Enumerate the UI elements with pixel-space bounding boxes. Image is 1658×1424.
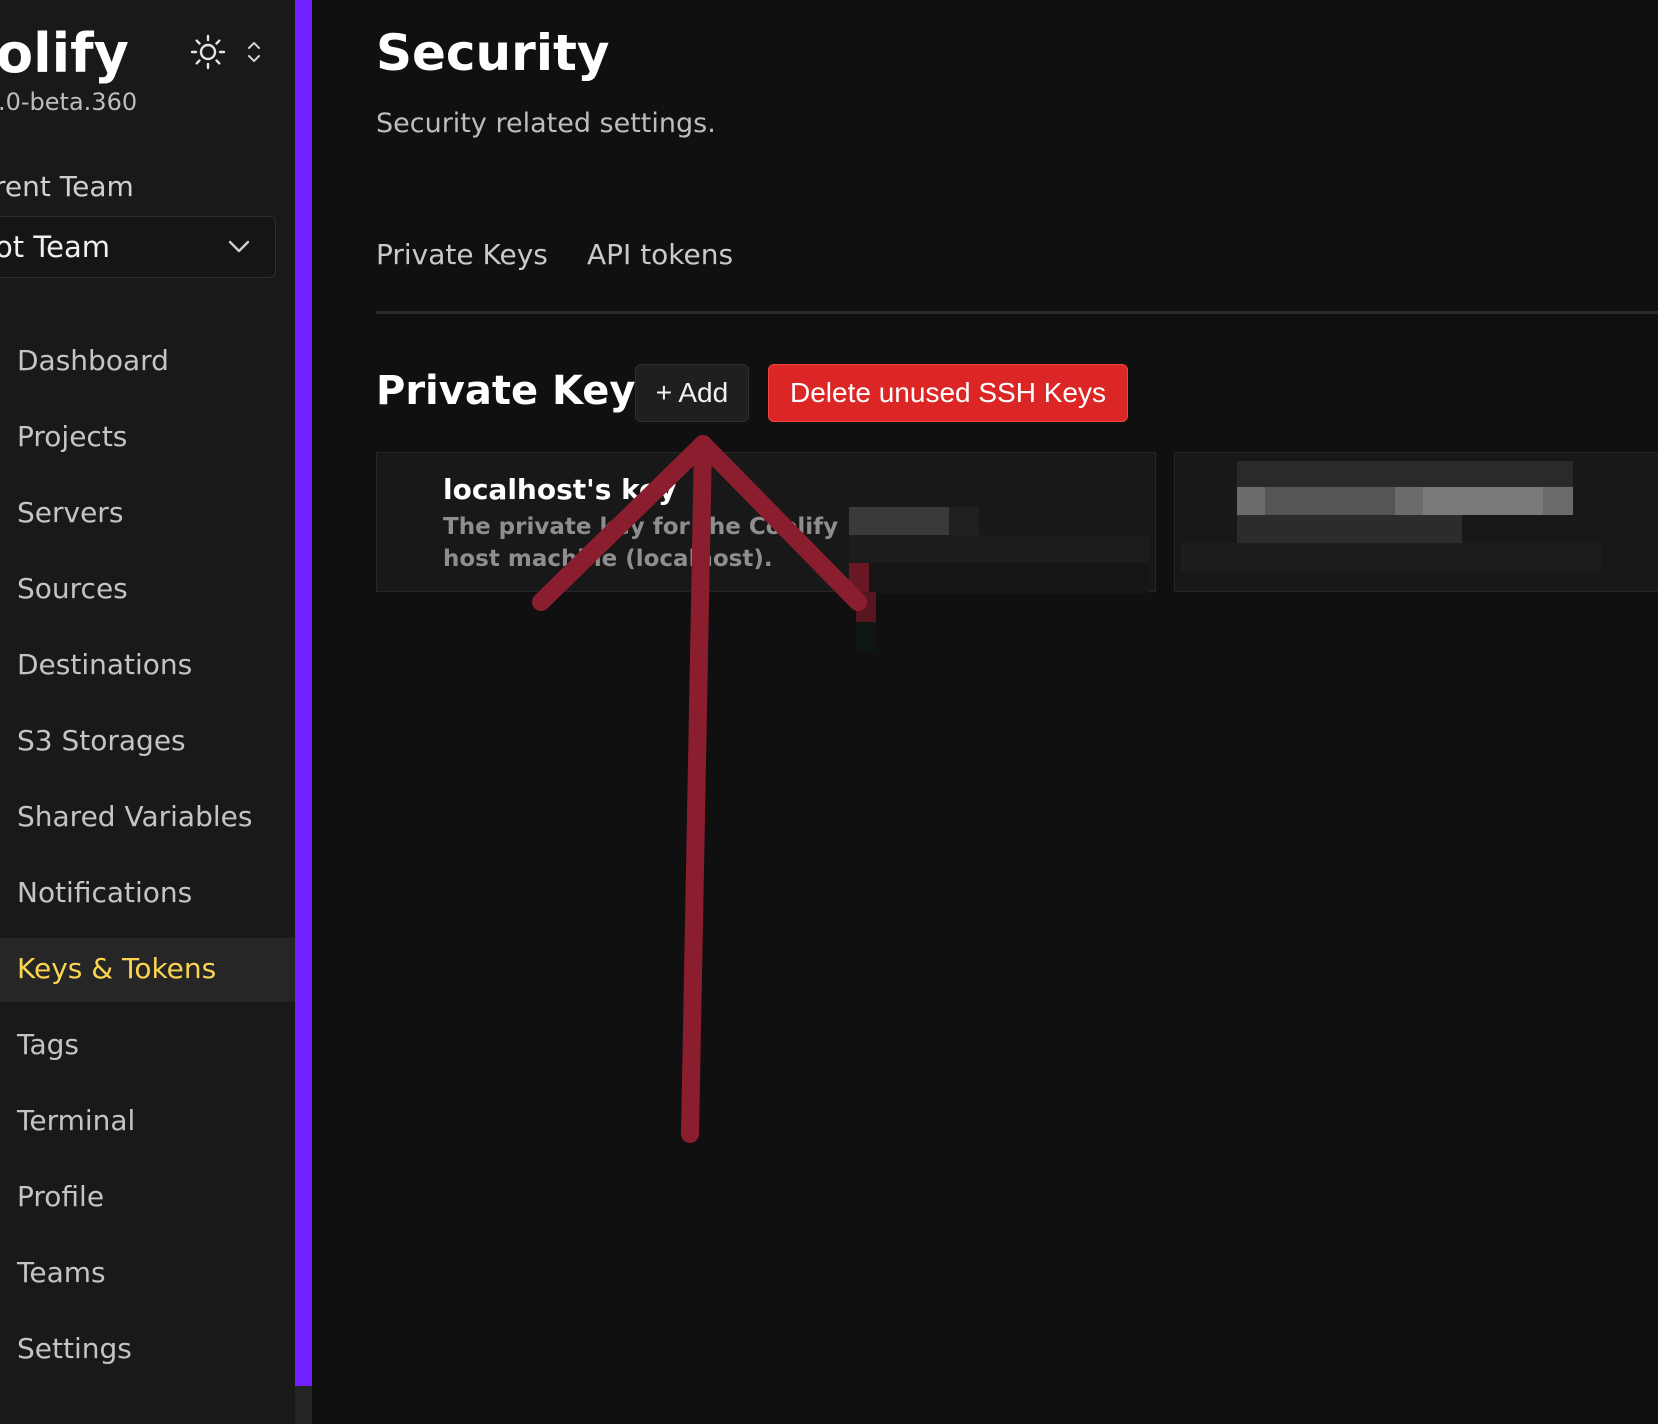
sidebar-item-label: Shared Variables xyxy=(17,800,253,833)
sidebar-item-label: Sources xyxy=(17,572,128,605)
sidebar-item-label: Keys & Tokens xyxy=(17,952,217,985)
sidebar-item-label: Projects xyxy=(17,420,128,453)
redacted-block xyxy=(1423,487,1543,515)
sidebar-item-label: Teams xyxy=(17,1256,106,1289)
page-subtitle: Security related settings. xyxy=(376,108,716,139)
main-content: Security Security related settings. Priv… xyxy=(312,0,1658,1424)
sun-icon[interactable] xyxy=(190,34,226,70)
sidebar-nav: Dashboard Projects Servers Sources Desti… xyxy=(0,330,295,1394)
sidebar-item-destinations[interactable]: Destinations xyxy=(0,634,295,698)
private-key-card-redacted[interactable] xyxy=(1174,452,1658,592)
sidebar-item-label: Settings xyxy=(17,1332,132,1365)
sidebar-item-teams[interactable]: Teams xyxy=(0,1242,295,1306)
sidebar-item-terminal[interactable]: Terminal xyxy=(0,1090,295,1154)
team-select[interactable]: ot Team xyxy=(0,216,276,278)
sidebar-item-sources[interactable]: Sources xyxy=(0,558,295,622)
sidebar-item-label: Tags xyxy=(17,1028,79,1061)
private-key-card-description: The private key for the Coolify host mac… xyxy=(443,514,839,572)
sidebar-item-settings[interactable]: Settings xyxy=(0,1318,295,1382)
redacted-block xyxy=(949,507,979,535)
page-title: Security xyxy=(376,24,610,82)
section-title: Private Keys xyxy=(376,368,660,414)
sidebar-item-label: Notifications xyxy=(17,876,193,909)
sidebar-item-s3-storages[interactable]: S3 Storages xyxy=(0,710,295,774)
redacted-block xyxy=(1237,461,1573,487)
redacted-block xyxy=(869,563,1149,593)
sidebar-item-label: Servers xyxy=(17,496,124,529)
add-private-key-button[interactable]: + Add xyxy=(635,364,749,422)
sidebar-scrollbar-thumb[interactable] xyxy=(295,0,312,1386)
delete-unused-ssh-keys-button[interactable]: Delete unused SSH Keys xyxy=(768,364,1128,422)
redacted-block xyxy=(856,622,876,652)
sidebar-item-profile[interactable]: Profile xyxy=(0,1166,295,1230)
redacted-block xyxy=(849,507,949,535)
sidebar-item-projects[interactable]: Projects xyxy=(0,406,295,470)
sidebar-item-shared-variables[interactable]: Shared Variables xyxy=(0,786,295,850)
chevron-up-down-icon[interactable] xyxy=(244,38,264,66)
redacted-block xyxy=(1181,543,1601,571)
private-key-card[interactable]: localhost's key The private key for the … xyxy=(376,452,1156,593)
redacted-block xyxy=(849,535,1149,563)
current-team-label: rent Team xyxy=(0,170,134,203)
app: olify .0-beta.360 rent Team ot Team Dash… xyxy=(0,0,1658,1424)
tab-private-keys[interactable]: Private Keys xyxy=(376,238,548,271)
tab-api-tokens[interactable]: API tokens xyxy=(587,238,733,271)
sidebar-item-label: Terminal xyxy=(17,1104,136,1137)
sidebar-scrollbar[interactable] xyxy=(295,0,312,1424)
sidebar-item-label: S3 Storages xyxy=(17,724,186,757)
redacted-block xyxy=(856,592,876,622)
chevron-down-icon xyxy=(228,240,250,253)
sidebar-item-notifications[interactable]: Notifications xyxy=(0,862,295,926)
redacted-block xyxy=(849,563,869,593)
private-key-card-title: localhost's key xyxy=(443,473,677,506)
redacted-block xyxy=(1237,515,1462,543)
sidebar-item-keys-tokens[interactable]: Keys & Tokens xyxy=(0,938,295,1002)
redacted-block xyxy=(1265,487,1395,515)
version-label: .0-beta.360 xyxy=(0,88,138,116)
sidebar: olify .0-beta.360 rent Team ot Team Dash… xyxy=(0,0,295,1424)
team-select-value: ot Team xyxy=(0,230,110,264)
sidebar-item-servers[interactable]: Servers xyxy=(0,482,295,546)
tab-divider xyxy=(376,311,1658,314)
sidebar-item-dashboard[interactable]: Dashboard xyxy=(0,330,295,394)
brand-logo-text[interactable]: olify xyxy=(0,22,129,85)
sidebar-item-label: Destinations xyxy=(17,648,193,681)
sidebar-item-tags[interactable]: Tags xyxy=(0,1014,295,1078)
sidebar-item-label: Dashboard xyxy=(17,344,169,377)
sidebar-item-label: Profile xyxy=(17,1180,105,1213)
